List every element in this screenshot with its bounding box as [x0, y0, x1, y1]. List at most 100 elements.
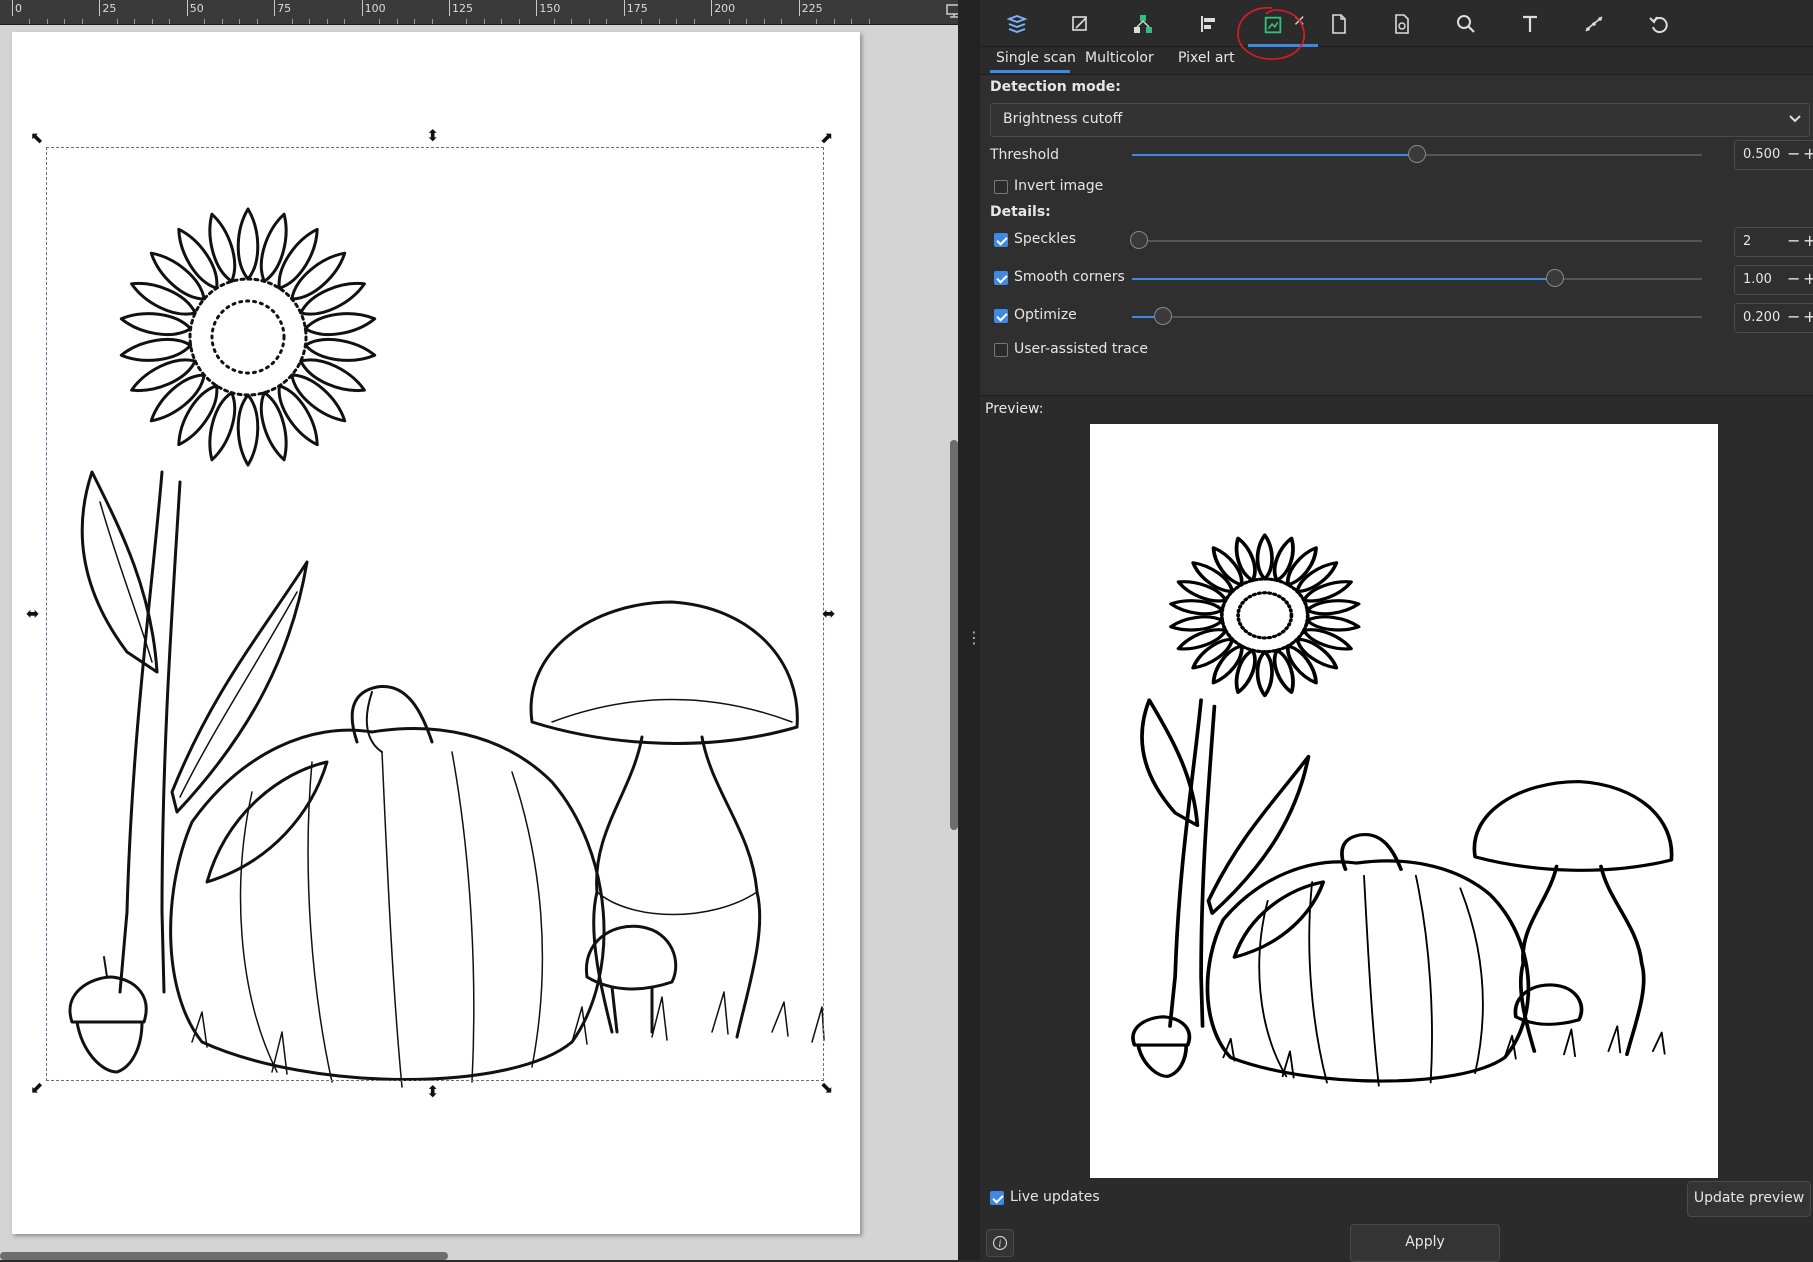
update-preview-button[interactable]: Update preview [1687, 1181, 1811, 1217]
ruler-minor-tick [291, 19, 293, 24]
speckles-decrease-button[interactable]: − [1787, 231, 1800, 250]
invert-image-label[interactable]: Invert image [1014, 178, 1103, 194]
user-assisted-trace-checkbox[interactable] [994, 343, 1008, 357]
text-font-icon [1523, 15, 1537, 32]
trace-settings: Detection mode: Brightness cutoff Thresh… [980, 74, 1813, 396]
threshold-slider-knob[interactable] [1408, 145, 1426, 163]
tab-pixel-art[interactable]: Pixel art [1178, 50, 1235, 66]
canvas-vertical-scrollbar[interactable] [950, 440, 958, 830]
details-label: Details: [990, 204, 1051, 220]
speckles-value[interactable]: 2 [1743, 234, 1751, 249]
ruler-major-tick [186, 0, 188, 16]
optimize-label[interactable]: Optimize [1014, 307, 1077, 323]
dock-button-align[interactable] [1196, 12, 1220, 36]
dock-button-path-effects[interactable] [1582, 12, 1606, 36]
dock-button-xml-editor[interactable] [1131, 12, 1155, 36]
resize-handle-top-left[interactable]: ⬉ [30, 130, 43, 146]
ruler-major-tick [623, 0, 625, 16]
svg-text:i: i [998, 1239, 1001, 1250]
live-updates-checkbox[interactable] [990, 1191, 1004, 1205]
optimize-increase-button[interactable]: + [1803, 307, 1813, 326]
dock-button-text-font[interactable] [1518, 12, 1542, 36]
threshold-spinbox[interactable]: 0.500 − + [1734, 140, 1813, 170]
dock-button-undo-history[interactable] [1647, 12, 1671, 36]
ruler-minor-tick [466, 19, 468, 24]
resize-handle-bottom[interactable]: ⬍ [426, 1084, 439, 1100]
ruler-minor-tick [151, 19, 153, 24]
tab-multicolor[interactable]: Multicolor [1085, 50, 1154, 66]
resize-handle-right[interactable]: ⬌ [822, 606, 835, 622]
threshold-decrease-button[interactable]: − [1787, 144, 1800, 163]
smooth-corners-spinbox[interactable]: 1.00 − + [1734, 265, 1813, 295]
dock-button-layers[interactable] [1005, 12, 1029, 36]
ruler-minor-tick [868, 19, 870, 24]
canvas-area[interactable]: 0 25 50 75 100 125 150 175 200 225 ⬉ ⬍ ⬈… [0, 0, 968, 1260]
invert-image-checkbox[interactable] [994, 180, 1008, 194]
optimize-checkbox[interactable] [994, 309, 1008, 323]
smooth-corners-increase-button[interactable]: + [1803, 269, 1813, 288]
tab-single-scan[interactable]: Single scan [996, 50, 1076, 66]
align-icon [1201, 16, 1215, 32]
threshold-value[interactable]: 0.500 [1743, 147, 1780, 162]
speckles-slider[interactable] [1130, 231, 1702, 251]
sunflower-petal [1255, 650, 1274, 698]
speckles-checkbox[interactable] [994, 233, 1008, 247]
dock-divider[interactable]: ⋮ [958, 0, 982, 1260]
ruler-minor-tick [239, 19, 241, 24]
resize-handle-bottom-right[interactable]: ⬊ [820, 1080, 833, 1096]
smooth-corners-label[interactable]: Smooth corners [1014, 269, 1125, 285]
horizontal-ruler: 0 25 50 75 100 125 150 175 200 225 [0, 0, 968, 25]
smooth-corners-slider-knob[interactable] [1546, 269, 1564, 287]
user-assisted-trace-label[interactable]: User-assisted trace [1014, 341, 1148, 357]
dock-button-export[interactable] [1390, 12, 1414, 36]
optimize-spinbox[interactable]: 0.200 − + [1734, 303, 1813, 333]
ruler-major-tick [274, 0, 276, 16]
ruler-minor-tick [553, 19, 555, 24]
smooth-corners-decrease-button[interactable]: − [1787, 269, 1800, 288]
speckles-increase-button[interactable]: + [1803, 231, 1813, 250]
sunflower-petal [1234, 536, 1257, 582]
ruler-minor-tick [81, 19, 83, 24]
info-button[interactable]: i [986, 1229, 1014, 1257]
smooth-corners-value[interactable]: 1.00 [1743, 272, 1772, 287]
dock-button-find[interactable] [1454, 12, 1478, 36]
optimize-slider-knob[interactable] [1154, 307, 1172, 325]
layers-icon [1006, 15, 1028, 33]
selection-bounding-box[interactable] [46, 147, 824, 1081]
fill-stroke-icon [1072, 16, 1087, 31]
ruler-label: 75 [277, 2, 292, 15]
ruler-minor-tick [728, 19, 730, 24]
speckles-spinbox[interactable]: 2 − + [1734, 227, 1813, 257]
optimize-decrease-button[interactable]: − [1787, 307, 1800, 326]
ruler-minor-tick [256, 19, 258, 24]
dock-button-fill-stroke[interactable] [1068, 12, 1092, 36]
resize-handle-bottom-left[interactable]: ⬋ [30, 1080, 43, 1096]
ruler-minor-tick [588, 19, 590, 24]
resize-handle-top[interactable]: ⬍ [426, 128, 439, 144]
optimize-value[interactable]: 0.200 [1743, 310, 1780, 325]
optimize-slider[interactable] [1132, 307, 1702, 327]
ruler-minor-tick [309, 19, 311, 24]
ruler-minor-tick [658, 19, 660, 24]
ruler-major-tick [449, 0, 450, 16]
speckles-label[interactable]: Speckles [1014, 231, 1076, 247]
resize-handle-top-right[interactable]: ⬈ [820, 130, 833, 146]
ruler-minor-tick [221, 19, 223, 24]
ruler-label: 200 [714, 2, 736, 15]
ruler-minor-tick [29, 19, 31, 24]
detection-mode-label: Detection mode: [990, 79, 1121, 95]
threshold-increase-button[interactable]: + [1803, 144, 1813, 163]
smooth-corners-slider[interactable] [1132, 269, 1702, 289]
resize-handle-left[interactable]: ⬌ [26, 606, 39, 622]
dock-button-document-properties[interactable] [1327, 12, 1351, 36]
live-updates-label[interactable]: Live updates [1010, 1189, 1100, 1205]
smooth-corners-checkbox[interactable] [994, 271, 1008, 285]
ruler-minor-tick [204, 19, 206, 24]
trace-preview [1090, 424, 1718, 1178]
preview-label: Preview: [985, 401, 1044, 417]
speckles-slider-knob[interactable] [1130, 231, 1148, 249]
apply-button[interactable]: Apply [1350, 1224, 1500, 1262]
detection-mode-select[interactable]: Brightness cutoff [990, 103, 1810, 137]
threshold-slider[interactable] [1132, 145, 1702, 165]
canvas-horizontal-scrollbar[interactable] [0, 1252, 448, 1260]
